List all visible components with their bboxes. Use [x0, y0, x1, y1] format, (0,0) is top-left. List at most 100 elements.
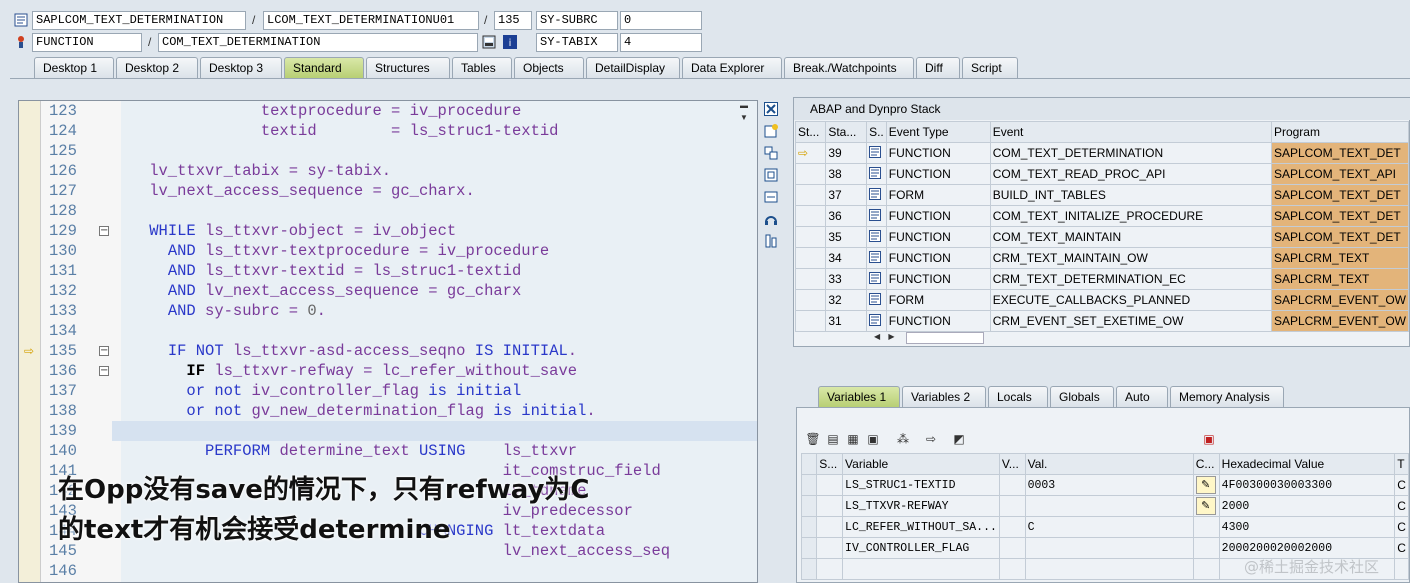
var-change[interactable]: ✎ — [1192, 495, 1220, 517]
tab-globals[interactable]: Globals — [1050, 386, 1114, 407]
stack-row[interactable]: ⇨ 39 FUNCTION COM_TEXT_DETERMINATION SAPLCOM… — [794, 142, 1410, 164]
stack-row[interactable]: 35 FUNCTION COM_TEXT_MAINTAIN SAPLCOM_TEXT_… — [794, 226, 1410, 248]
col-hex-value[interactable]: Hexadecimal Value — [1218, 453, 1396, 475]
col-v[interactable]: V... — [998, 453, 1026, 475]
row-marker[interactable] — [800, 558, 818, 580]
maximize-tool-icon[interactable] — [763, 168, 779, 184]
tab-script[interactable]: Script — [962, 57, 1018, 78]
edit-pencil-icon[interactable]: ✎ — [1195, 476, 1216, 494]
export-icon[interactable]: ▦ — [845, 431, 861, 447]
tab-data-explorer[interactable]: Data Explorer — [682, 57, 782, 78]
code-line[interactable]: 128 — [19, 201, 757, 221]
var-value[interactable] — [1024, 537, 1194, 559]
tab-breakpoints[interactable]: Break./Watchpoints — [784, 57, 914, 78]
goto-icon[interactable]: ⇨ — [923, 431, 939, 447]
hscroll-thumb[interactable] — [906, 332, 984, 344]
scroll-left-arrow[interactable]: ◀ — [874, 332, 880, 341]
sysvar-name-field-2[interactable]: SY-TABIX — [536, 33, 618, 52]
tab-variables-2[interactable]: Variables 2 — [902, 386, 986, 407]
variable-row[interactable]: LS_TTXVR-REFWAY ✎ 2000 C — [800, 495, 1409, 517]
stack-row[interactable]: 37 FORM BUILD_INT_TABLES SAPLCOM_TEXT_DET — [794, 184, 1410, 206]
program-field[interactable]: SAPLCOM_TEXT_DETERMINATION — [32, 11, 246, 30]
fold-toggle-icon[interactable]: − — [99, 226, 109, 236]
stack-row[interactable]: 33 FUNCTION CRM_TEXT_DETERMINATION_EC SAPLC… — [794, 268, 1410, 290]
row-marker[interactable] — [800, 474, 818, 496]
include-field[interactable]: LCOM_TEXT_DETERMINATIONU01 — [263, 11, 479, 30]
tab-diff[interactable]: Diff — [916, 57, 960, 78]
code-line[interactable]: 129 − WHILE ls_ttxvr-object = iv_object — [19, 221, 757, 241]
sysvar-value-field-2[interactable]: 4 — [620, 33, 702, 52]
var-name[interactable]: LC_REFER_WITHOUT_SA... — [842, 516, 1000, 538]
code-line[interactable]: 126 lv_ttxvr_tabix = sy-tabix. — [19, 161, 757, 181]
col-variable[interactable]: Variable — [842, 453, 1000, 475]
tab-desktop-1[interactable]: Desktop 1 — [34, 57, 114, 78]
var-name[interactable]: LS_TTXVR-REFWAY — [842, 495, 1000, 517]
stack-row[interactable]: 31 FUNCTION CRM_EVENT_SET_EXETIME_OW SAPLCR… — [794, 310, 1410, 332]
stack-row[interactable]: 36 FUNCTION COM_TEXT_INITALIZE_PROCEDURE SA… — [794, 205, 1410, 227]
tab-auto[interactable]: Auto — [1116, 386, 1168, 407]
var-change[interactable] — [1192, 516, 1220, 538]
col-event-type[interactable]: Event Type — [885, 121, 991, 143]
variable-row[interactable]: LC_REFER_WITHOUT_SA... C 4300 C — [800, 516, 1409, 538]
code-line[interactable]: 130 AND ls_ttxvr-textprocedure = iv_proc… — [19, 241, 757, 261]
sysvar-name-field[interactable]: SY-SUBRC — [536, 11, 618, 30]
var-name[interactable] — [842, 558, 1000, 580]
scroll-right-arrow[interactable]: ▶ — [888, 332, 894, 341]
tool-settings-icon[interactable] — [763, 234, 779, 250]
services-tool-icon[interactable] — [763, 212, 779, 228]
swap-tool-icon[interactable] — [763, 146, 779, 162]
col-st[interactable]: St... — [794, 121, 827, 143]
tab-desktop-2[interactable]: Desktop 2 — [116, 57, 198, 78]
tab-objects[interactable]: Objects — [514, 57, 584, 78]
display-source-icon[interactable] — [482, 35, 496, 49]
var-name[interactable]: IV_CONTROLLER_FLAG — [842, 537, 1000, 559]
row-marker[interactable] — [800, 495, 818, 517]
tab-tables[interactable]: Tables — [452, 57, 512, 78]
var-change[interactable] — [1192, 537, 1220, 559]
col-s[interactable]: S... — [816, 453, 844, 475]
col-stack-level[interactable]: Sta... — [825, 121, 868, 143]
stack-row[interactable]: 32 FORM EXECUTE_CALLBACKS_PLANNED SAPLCRM_E… — [794, 289, 1410, 311]
tab-detaildisplay[interactable]: DetailDisplay — [586, 57, 680, 78]
enlarge-tool-icon[interactable] — [763, 190, 779, 206]
code-line[interactable]: 137 or not iv_controller_flag is initial — [19, 381, 757, 401]
info-icon[interactable]: i — [503, 35, 517, 49]
code-line[interactable]: 134 — [19, 321, 757, 341]
code-line[interactable]: 135 ⇨ − IF NOT ls_ttxvr-asd-access_seqno I… — [19, 341, 757, 361]
scroll-down-small-arrow[interactable]: ▼ — [740, 112, 756, 124]
import-icon[interactable]: ▤ — [825, 431, 841, 447]
new-tool-icon[interactable] — [763, 124, 779, 140]
open-icon[interactable]: ◩ — [951, 431, 967, 447]
variable-row[interactable]: LS_STRUC1-TEXTID 0003 ✎ 4F00300030003300 C — [800, 474, 1409, 496]
code-line[interactable]: 123 textprocedure = iv_procedure — [19, 101, 757, 121]
var-value[interactable]: 0003 — [1024, 474, 1194, 496]
event-name-field[interactable]: COM_TEXT_DETERMINATION — [158, 33, 478, 52]
tab-memory-analysis[interactable]: Memory Analysis — [1170, 386, 1284, 407]
code-line[interactable]: 139 — [19, 421, 757, 441]
event-type-field[interactable]: FUNCTION — [32, 33, 142, 52]
var-value[interactable] — [1024, 558, 1194, 580]
stack-row[interactable]: 34 FUNCTION CRM_TEXT_MAINTAIN_OW SAPLCRM_TE… — [794, 247, 1410, 269]
close-pane-icon[interactable] — [763, 102, 779, 118]
tab-standard[interactable]: Standard — [284, 57, 364, 78]
var-change[interactable]: ✎ — [1192, 474, 1220, 496]
col-c[interactable]: C... — [1192, 453, 1220, 475]
code-line[interactable]: 138 or not gv_new_determination_flag is … — [19, 401, 757, 421]
col-value[interactable]: Val. — [1024, 453, 1194, 475]
line-field[interactable]: 135 — [494, 11, 532, 30]
col-event[interactable]: Event — [989, 121, 1272, 143]
var-name[interactable]: LS_STRUC1-TEXTID — [842, 474, 1000, 496]
code-line[interactable]: 124 textid = ls_struc1-textid — [19, 121, 757, 141]
code-line[interactable]: 125 — [19, 141, 757, 161]
editor-top-arrows[interactable]: ▬ ▼ — [740, 100, 756, 136]
code-line[interactable]: 133 AND sy-subrc = 0. — [19, 301, 757, 321]
tab-structures[interactable]: Structures — [366, 57, 450, 78]
col-t[interactable]: T — [1394, 453, 1409, 475]
col-s[interactable]: S.. — [866, 121, 887, 143]
sysvar-value-field[interactable]: 0 — [620, 11, 702, 30]
row-marker[interactable] — [800, 516, 818, 538]
delete-icon[interactable]: 🗑 — [805, 431, 821, 447]
code-line[interactable]: 146 — [19, 561, 757, 581]
fold-toggle-icon[interactable]: − — [99, 346, 109, 356]
tree-icon[interactable]: ⁂ — [895, 431, 911, 447]
